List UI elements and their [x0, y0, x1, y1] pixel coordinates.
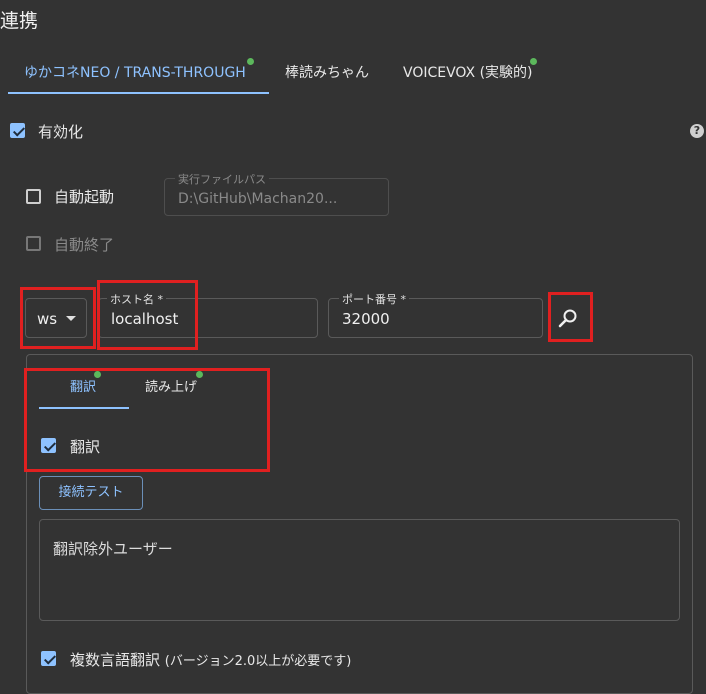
tab-bouyomi[interactable]: 棒読みちゃん	[285, 62, 369, 82]
highlight-search	[548, 292, 593, 342]
exe-path-field[interactable]: 実行ファイルパス D:\GitHub\Machan20...	[164, 171, 389, 216]
status-dot-icon	[529, 58, 537, 65]
auto-start-checkbox[interactable]	[26, 189, 41, 204]
multi-lang-label: 複数言語翻訳 (バージョン2.0以上が必要です)	[70, 649, 351, 670]
tab-label: VOICEVOX (実験的)	[403, 65, 533, 81]
highlight-protocol	[20, 287, 96, 349]
enabled-label: 有効化	[38, 123, 84, 141]
multi-lang-note: (バージョン2.0以上が必要です)	[164, 654, 352, 669]
connection-test-button[interactable]: 接続テスト	[39, 476, 143, 510]
port-field[interactable]: ポート番号 * 32000	[328, 291, 543, 338]
exe-path-value: D:\GitHub\Machan20...	[178, 191, 338, 207]
highlight-subtabs	[24, 368, 270, 472]
exclude-users-placeholder: 翻訳除外ユーザー	[53, 540, 173, 558]
auto-start-label: 自動起動	[54, 188, 115, 206]
multi-lang-title: 複数言語翻訳	[70, 651, 161, 669]
tab-voicevox[interactable]: VOICEVOX (実験的)	[403, 58, 537, 82]
help-icon[interactable]: ?	[690, 124, 704, 138]
tab-label: ゆかコネNEO / TRANS-THROUGH	[24, 65, 246, 81]
status-dot-icon	[246, 58, 254, 65]
enabled-checkbox[interactable]	[10, 123, 25, 138]
port-label: ポート番号 *	[339, 291, 409, 307]
port-value: 32000	[342, 310, 390, 328]
exclude-users-textarea[interactable]: 翻訳除外ユーザー	[39, 519, 680, 621]
exe-path-label: 実行ファイルパス	[175, 171, 269, 187]
active-tab-indicator	[8, 92, 269, 94]
auto-stop-checkbox[interactable]	[26, 236, 41, 251]
auto-stop-label: 自動終了	[54, 236, 115, 254]
highlight-host	[97, 280, 198, 350]
section-title: 連携	[0, 10, 39, 32]
tab-yukacone[interactable]: ゆかコネNEO / TRANS-THROUGH	[24, 58, 254, 82]
multi-lang-checkbox[interactable]	[41, 651, 56, 666]
